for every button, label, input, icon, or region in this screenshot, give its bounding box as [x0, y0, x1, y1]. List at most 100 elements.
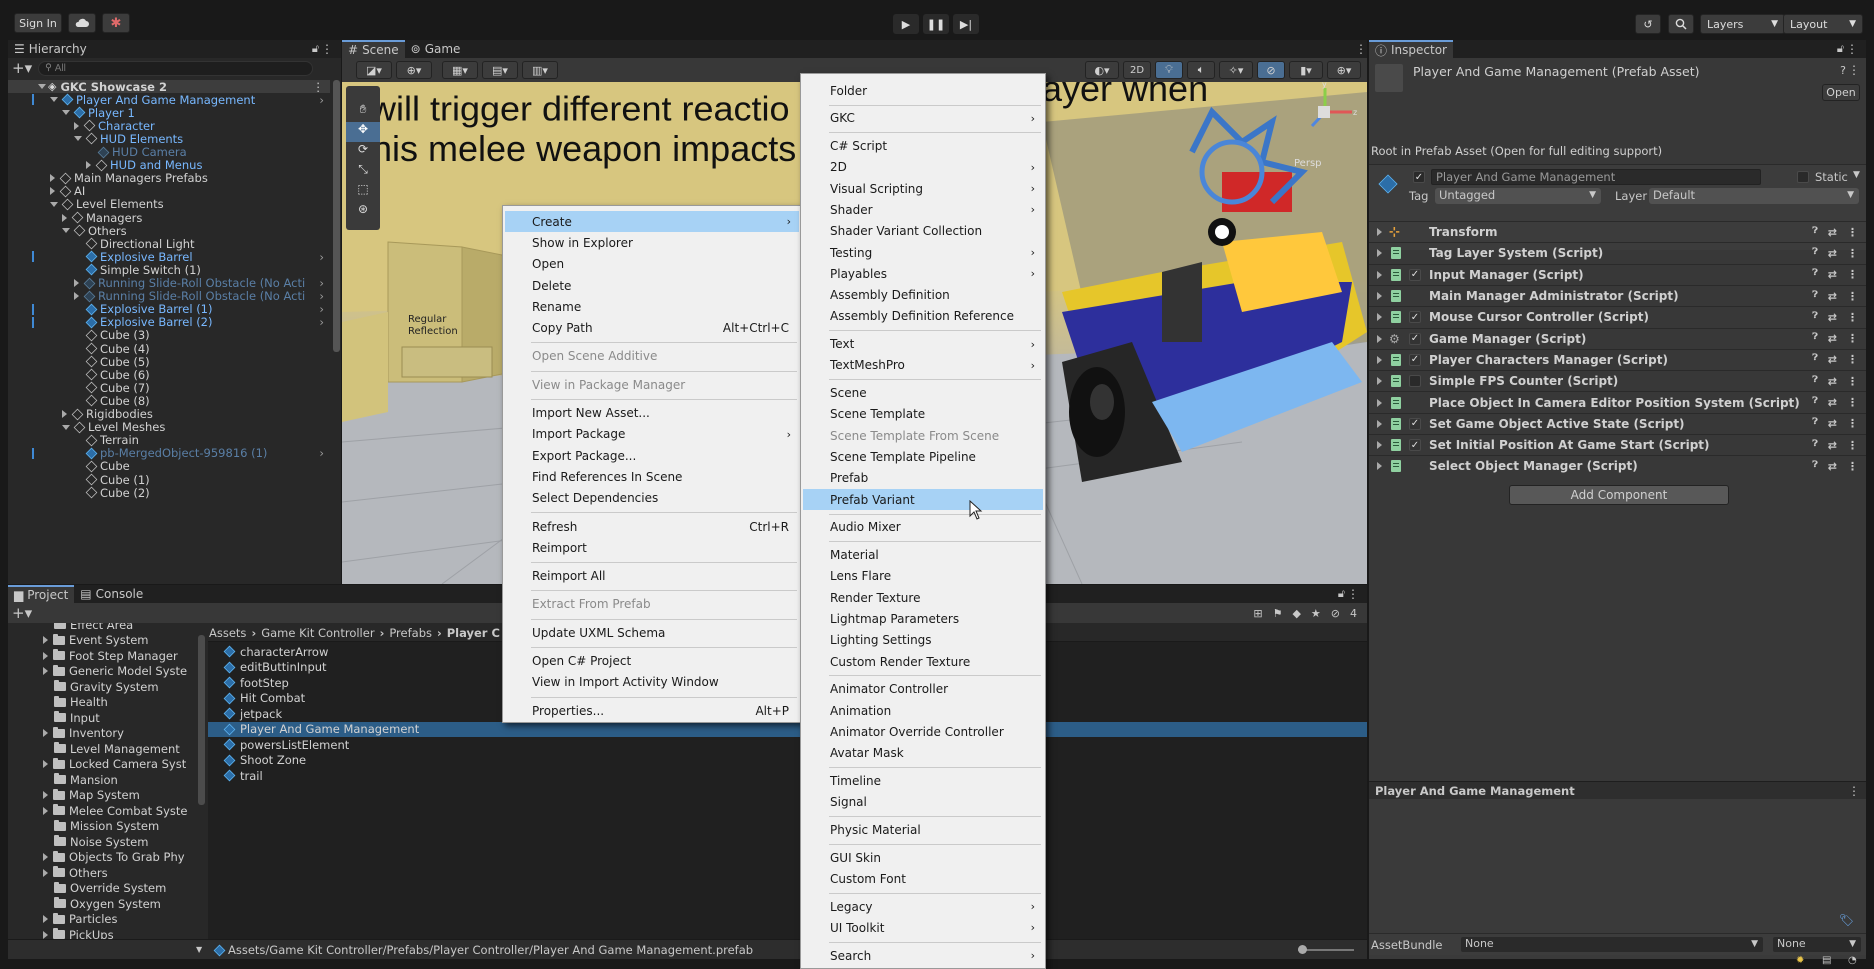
chevron-right-icon[interactable]	[74, 121, 79, 130]
folder-item[interactable]: Mission System	[8, 819, 204, 835]
kebab-menu-icon[interactable]: ⋮	[1846, 42, 1858, 56]
folder-item[interactable]: Melee Combat Syste	[8, 803, 204, 819]
menu-item[interactable]: Avatar Mask	[803, 743, 1043, 764]
cache-icon[interactable]: ▤	[1822, 955, 1831, 966]
transform-tool[interactable]: ⊛	[346, 202, 380, 222]
tab-console[interactable]: ▤ Console	[74, 585, 149, 603]
kebab-menu-icon[interactable]: ⋮	[1847, 396, 1858, 409]
tab-scene[interactable]: # Scene	[342, 40, 405, 58]
folder-item[interactable]: Override System	[8, 881, 204, 897]
sign-in-button[interactable]: Sign In	[14, 13, 62, 33]
component-header[interactable]: ⚙ ✓ Game Manager (Script) ❓︎ ⇄ ⋮	[1369, 327, 1866, 349]
filter-tag-icon[interactable]: ◆	[1292, 607, 1300, 620]
kebab-menu-icon[interactable]: ⋮	[1847, 332, 1858, 345]
breadcrumb-item[interactable]: Game Kit Controller	[261, 626, 374, 640]
help-icon[interactable]: ❓︎	[1812, 247, 1817, 260]
hierarchy-item[interactable]: Rigidbodies	[8, 407, 330, 421]
help-icon[interactable]: ❓︎	[1812, 460, 1817, 473]
help-icon[interactable]: ?	[1840, 64, 1846, 77]
folder-item[interactable]: Locked Camera Syst	[8, 757, 204, 773]
menu-item[interactable]: Text ›	[803, 334, 1043, 355]
chevron-right-icon[interactable]: ›	[319, 276, 324, 290]
chevron-right-icon[interactable]	[1377, 228, 1382, 237]
hierarchy-item[interactable]: HUD Camera	[8, 145, 330, 159]
hand-tool[interactable]: ✋︎	[346, 102, 380, 122]
component-header[interactable]: Main Manager Administrator (Script) ❓︎ ⇄ ⋮	[1369, 284, 1866, 306]
help-icon[interactable]: ❓︎	[1812, 268, 1817, 281]
preset-icon[interactable]: ⇄	[1828, 353, 1837, 366]
rect-tool[interactable]: ⬚	[346, 182, 380, 202]
kebab-menu-icon[interactable]: ⋮	[1847, 417, 1858, 430]
component-header[interactable]: Select Object Manager (Script) ❓︎ ⇄ ⋮	[1369, 455, 1866, 476]
chevron-right-icon[interactable]: ›	[319, 446, 324, 460]
folder-item[interactable]: PickUps	[8, 927, 204, 939]
menu-item[interactable]: C# Script	[803, 135, 1043, 156]
help-icon[interactable]: ❓︎	[1812, 439, 1817, 452]
effects-toggle[interactable]: ✧▾	[1219, 61, 1253, 79]
component-header[interactable]: ✓ Set Initial Position At Game Start (Scr…	[1369, 434, 1866, 455]
breadcrumb-item[interactable]: Player C	[447, 626, 500, 640]
persp-label[interactable]: Persp	[1294, 158, 1322, 169]
hierarchy-item[interactable]: Simple Switch (1)	[8, 263, 330, 277]
menu-item[interactable]: Reimport	[505, 537, 799, 558]
kebab-menu-icon[interactable]: ⋮	[321, 42, 333, 56]
chevron-right-icon[interactable]	[43, 636, 48, 645]
menu-item[interactable]: Visual Scripting ›	[803, 178, 1043, 199]
menu-item[interactable]: Search ›	[803, 945, 1043, 966]
component-enabled-checkbox[interactable]: ✓	[1409, 417, 1421, 430]
menu-item[interactable]: GKC ›	[803, 108, 1043, 129]
step-button[interactable]: ▶|	[953, 14, 979, 34]
kebab-menu-icon[interactable]: ⋮	[1355, 42, 1367, 56]
menu-item[interactable]: Lighting Settings	[803, 630, 1043, 651]
asset-item[interactable]: Player And Game Management	[208, 721, 1367, 737]
camera-settings-button[interactable]: ▮▾	[1289, 61, 1323, 79]
hierarchy-item[interactable]: pb-MergedObject-959816 (1) ›	[8, 446, 330, 460]
hierarchy-item[interactable]: Others	[8, 224, 330, 238]
component-enabled-checkbox[interactable]: ✓	[1409, 353, 1421, 366]
folder-item[interactable]: Health	[8, 695, 204, 711]
menu-item[interactable]: Select Dependencies	[505, 488, 799, 509]
lock-icon[interactable]: 🔓︎	[1338, 587, 1345, 601]
gizmos-button[interactable]: ⊕▾	[1327, 61, 1361, 79]
help-icon[interactable]: ❓︎	[1812, 290, 1817, 303]
active-checkbox[interactable]: ✓	[1413, 171, 1425, 183]
chevron-right-icon[interactable]: ›	[319, 93, 324, 107]
chevron-right-icon[interactable]	[86, 161, 91, 170]
menu-item[interactable]: Scene Template	[803, 404, 1043, 425]
folder-tree[interactable]: Effect Area Event System Foot Step Manager…	[8, 623, 204, 939]
folder-tree-scrollbar[interactable]	[198, 635, 205, 805]
kebab-menu-icon[interactable]: ⋮	[1847, 375, 1858, 388]
hidden-objects-toggle[interactable]: ⊘	[1257, 61, 1285, 79]
hierarchy-item[interactable]: Running Slide-Roll Obstacle (No Acti ›	[8, 289, 330, 303]
search-button[interactable]	[1668, 14, 1694, 34]
preset-icon[interactable]: ⇄	[1828, 332, 1837, 345]
audio-toggle[interactable]: 🔈︎	[1187, 61, 1215, 79]
kebab-menu-icon[interactable]: ⋮	[313, 80, 325, 94]
hierarchy-item[interactable]: Main Managers Prefabs	[8, 171, 330, 185]
preset-icon[interactable]: ⇄	[1828, 290, 1837, 303]
preset-icon[interactable]: ⇄	[1828, 439, 1837, 452]
gizmo-toggle-button[interactable]: ⊕▾	[396, 61, 432, 79]
chevron-down-icon[interactable]	[62, 110, 70, 116]
menu-item[interactable]: Legacy ›	[803, 896, 1043, 917]
component-header[interactable]: Place Object In Camera Editor Position S…	[1369, 391, 1866, 412]
menu-item[interactable]: Assembly Definition Reference	[803, 306, 1043, 327]
object-name-field[interactable]: Player And Game Management	[1431, 169, 1761, 185]
grid-snap-button[interactable]: ▦▾	[442, 61, 478, 79]
chevron-right-icon[interactable]	[43, 760, 48, 769]
component-header[interactable]: ✓ Mouse Cursor Controller (Script) ❓︎ ⇄ ⋮	[1369, 306, 1866, 327]
preset-icon[interactable]: ⇄	[1828, 311, 1837, 324]
preset-icon[interactable]: ⇄	[1828, 375, 1837, 388]
chevron-right-icon[interactable]	[43, 667, 48, 676]
increment-snap-button[interactable]: ▤▾	[482, 61, 518, 79]
menu-item[interactable]: Copy Path Alt+Ctrl+C	[505, 318, 799, 339]
lock-icon[interactable]: 🔓︎	[312, 42, 319, 56]
kebab-menu-icon[interactable]: ⋮	[1847, 268, 1858, 281]
menu-item[interactable]: Create ›	[505, 211, 799, 233]
preset-icon[interactable]: ⇄	[1828, 247, 1837, 260]
breadcrumb-item[interactable]: Prefabs	[389, 626, 432, 640]
tab-hierarchy[interactable]: ☰ Hierarchy	[8, 40, 93, 58]
kebab-menu-icon[interactable]: ⋮	[1848, 784, 1860, 798]
menu-item[interactable]: Folder	[803, 80, 1043, 101]
open-prefab-button[interactable]: Open	[1822, 84, 1860, 101]
